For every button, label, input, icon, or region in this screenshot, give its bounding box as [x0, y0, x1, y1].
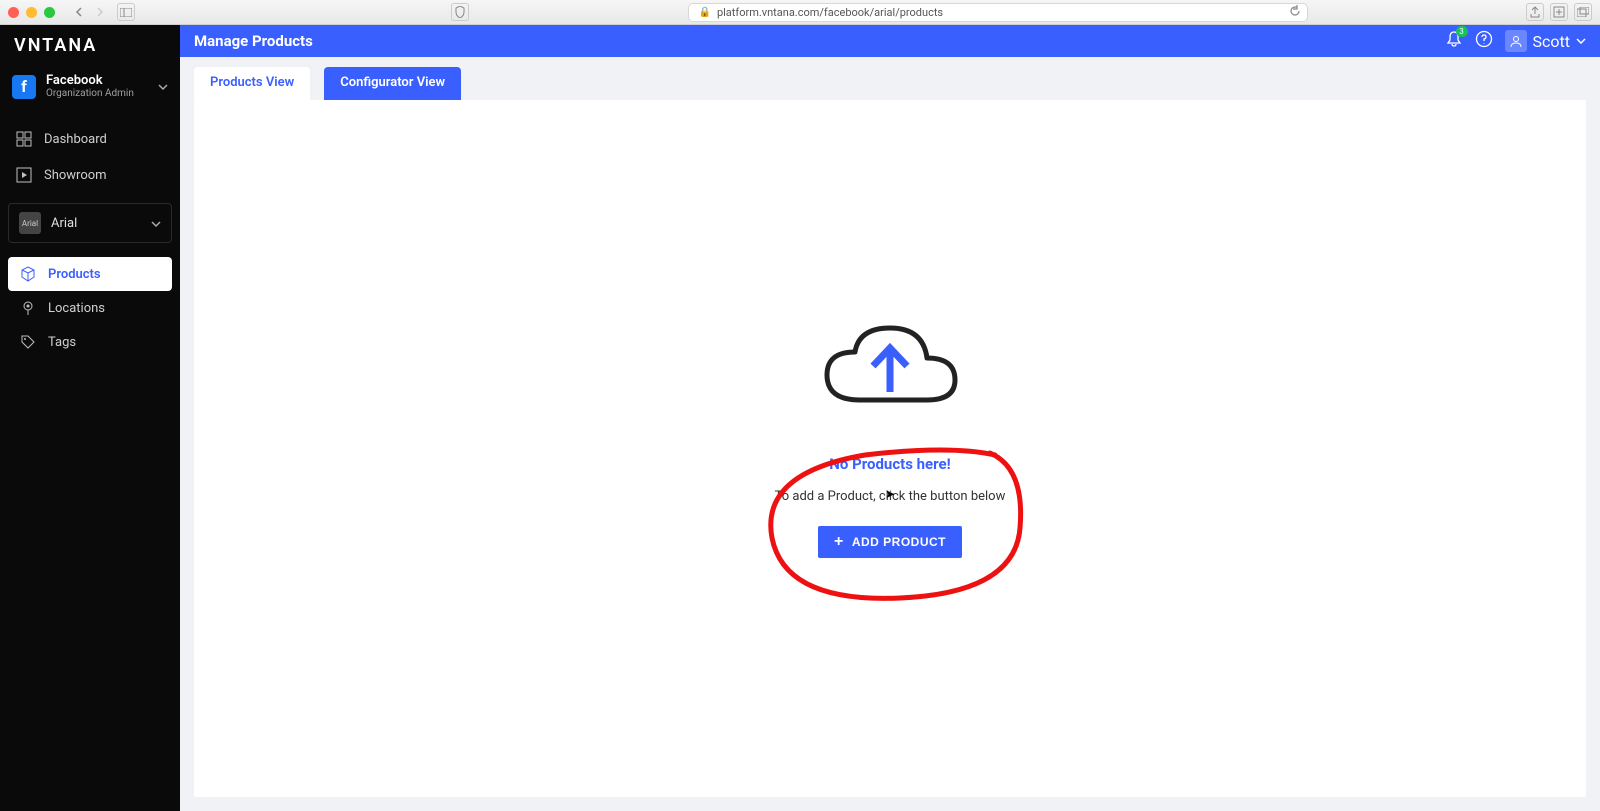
sidebar-item-label: Dashboard [44, 132, 107, 147]
traffic-lights [8, 7, 55, 18]
shield-icon[interactable] [451, 3, 469, 21]
tabs-icon[interactable] [1574, 3, 1592, 21]
empty-state: No Products here! To add a Product, clic… [775, 320, 1006, 578]
sidebar-toggle-icon[interactable] [117, 3, 135, 21]
notif-badge: 3 [1456, 26, 1468, 37]
notifications-button[interactable]: 3 [1445, 30, 1463, 52]
add-button-label: ADD PRODUCT [852, 535, 946, 549]
view-tabs: Products View Configurator View [180, 57, 1600, 100]
brand-logo: VNTANA [0, 25, 180, 66]
cube-icon [20, 266, 36, 282]
location-icon [20, 300, 36, 316]
new-tab-icon[interactable] [1550, 3, 1568, 21]
content-area: No Products here! To add a Product, clic… [194, 100, 1586, 797]
sidebar-item-label: Showroom [44, 168, 107, 183]
sidebar-item-products[interactable]: Products [8, 257, 172, 291]
user-menu[interactable]: Scott [1505, 30, 1586, 52]
showroom-icon [16, 167, 32, 183]
project-name: Arial [51, 216, 141, 231]
chevron-down-icon [151, 216, 161, 231]
main: Manage Products 3 Scott Pro [180, 25, 1600, 811]
minimize-window-icon[interactable] [26, 7, 37, 18]
help-icon [1475, 30, 1493, 48]
plus-icon: + [834, 534, 844, 550]
cursor-icon: ➤ [885, 487, 895, 501]
tag-icon [20, 334, 36, 350]
sidebar-item-showroom[interactable]: Showroom [0, 157, 180, 193]
refresh-icon[interactable] [1289, 5, 1301, 20]
org-name: Facebook [46, 74, 148, 88]
cloud-upload-icon [815, 320, 965, 415]
sidebar-item-dashboard[interactable]: Dashboard [0, 121, 180, 157]
browser-chrome: 🔒 platform.vntana.com/facebook/arial/pro… [0, 0, 1600, 25]
page-title: Manage Products [194, 32, 1445, 50]
share-icon[interactable] [1526, 3, 1544, 21]
help-button[interactable] [1475, 30, 1493, 52]
url-text: platform.vntana.com/facebook/arial/produ… [717, 6, 943, 19]
sidebar-item-label: Locations [48, 301, 105, 316]
sidebar-item-label: Products [48, 267, 101, 282]
sidebar: VNTANA f Facebook Organization Admin Das… [0, 25, 180, 811]
tab-configurator-view[interactable]: Configurator View [324, 67, 461, 100]
chevron-down-icon [1576, 38, 1586, 44]
facebook-icon: f [12, 75, 36, 99]
dashboard-icon [16, 131, 32, 147]
close-window-icon[interactable] [8, 7, 19, 18]
user-name: Scott [1533, 32, 1570, 51]
chevron-down-icon [158, 79, 168, 94]
add-product-button[interactable]: + ADD PRODUCT [818, 526, 962, 558]
topbar: Manage Products 3 Scott [180, 25, 1600, 57]
sidebar-item-tags[interactable]: Tags [8, 325, 172, 359]
forward-button[interactable] [91, 3, 109, 21]
org-role: Organization Admin [46, 88, 148, 99]
back-button[interactable] [71, 3, 89, 21]
empty-title: No Products here! [775, 455, 1006, 473]
sidebar-item-locations[interactable]: Locations [8, 291, 172, 325]
maximize-window-icon[interactable] [44, 7, 55, 18]
tab-products-view[interactable]: Products View [194, 67, 310, 100]
address-bar[interactable]: 🔒 platform.vntana.com/facebook/arial/pro… [688, 3, 1308, 22]
avatar-icon [1505, 30, 1527, 52]
sidebar-item-label: Tags [48, 335, 76, 350]
lock-icon: 🔒 [699, 7, 711, 18]
project-switcher[interactable]: Arial Arial [8, 203, 172, 243]
org-switcher[interactable]: f Facebook Organization Admin [0, 66, 180, 107]
project-thumb: Arial [19, 212, 41, 234]
